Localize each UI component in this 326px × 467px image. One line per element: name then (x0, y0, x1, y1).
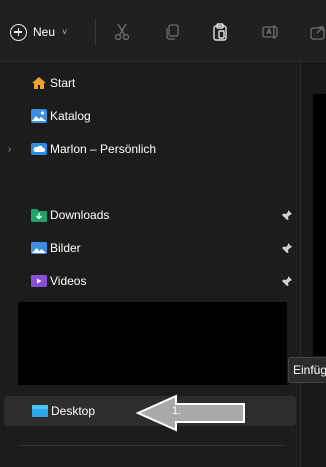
paste-icon[interactable] (210, 22, 230, 42)
new-button-label: Neu (33, 25, 56, 39)
new-button[interactable]: Neu ˅ (10, 19, 82, 45)
sidebar-item-label: Videos (50, 274, 87, 288)
sidebar-item-label: Katalog (50, 109, 91, 123)
sidebar-item-start[interactable]: Start (0, 70, 296, 96)
sidebar-item-label: Start (50, 76, 76, 90)
onedrive-icon (31, 142, 47, 156)
arrow-annotation (136, 394, 245, 432)
cut-icon[interactable] (112, 22, 132, 42)
pictures-folder-icon (31, 241, 47, 255)
home-icon (31, 76, 47, 90)
plus-circle-icon (10, 23, 27, 41)
pin-icon[interactable] (281, 209, 293, 221)
desktop-folder-icon (31, 404, 48, 418)
pin-icon[interactable] (281, 242, 293, 254)
sidebar-item-onedrive[interactable]: › Marlon – Persönlich (0, 136, 296, 162)
step-label: 1. (172, 405, 182, 417)
pin-icon[interactable] (281, 275, 293, 287)
toolbar-separator (95, 18, 96, 46)
tooltip: Einfüg (288, 357, 326, 383)
sidebar-item-katalog[interactable]: Katalog (0, 103, 296, 129)
redacted-area (18, 302, 287, 385)
sidebar-item-bilder[interactable]: Bilder (0, 235, 296, 261)
rename-icon[interactable] (260, 22, 280, 42)
copy-icon[interactable] (162, 22, 182, 42)
divider (18, 445, 286, 446)
sidebar-item-label: Marlon – Persönlich (50, 142, 157, 156)
gallery-icon (31, 109, 47, 123)
share-icon[interactable] (308, 22, 326, 42)
sidebar-item-label: Bilder (50, 241, 81, 255)
sidebar-item-downloads[interactable]: Downloads (0, 202, 296, 228)
command-bar: Neu ˅ (0, 0, 326, 62)
sidebar-item-label: Desktop (51, 404, 96, 418)
sidebar-item-label: Downloads (50, 208, 110, 222)
redacted-content (313, 94, 326, 356)
chevron-right-icon[interactable]: › (8, 144, 11, 155)
downloads-folder-icon (31, 208, 47, 222)
videos-folder-icon (31, 274, 47, 288)
sidebar-item-videos[interactable]: Videos (0, 268, 296, 294)
chevron-down-icon: ˅ (62, 27, 68, 37)
